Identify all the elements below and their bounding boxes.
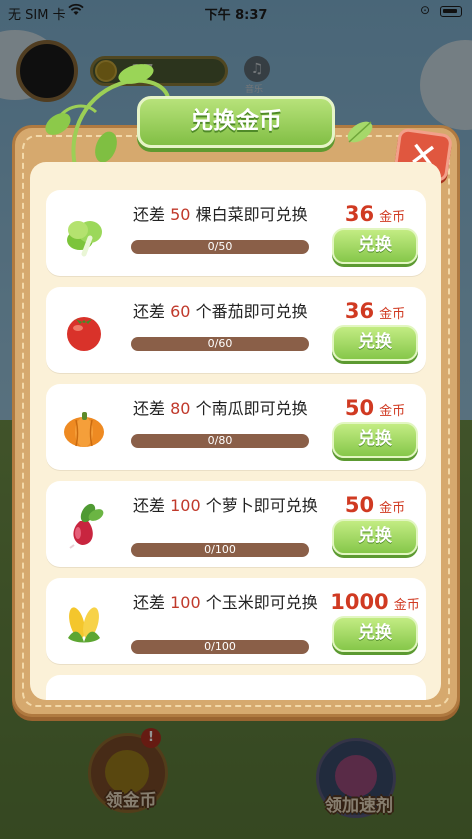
requirement-prefix: 还差 [133,496,166,515]
requirement-suffix: 个萝卜即可兑换 [205,496,318,515]
pumpkin-icon [64,412,104,447]
exchange-item: 还差 50 棵白菜即可兑换 0/50 36 金币 兑换 [46,190,426,276]
requirement-suffix: 个玉米即可兑换 [205,593,318,612]
requirement-suffix: 棵白菜即可兑换 [195,205,308,224]
reward-amount: 50 [344,493,375,517]
requirement-suffix: 个番茄即可兑换 [195,302,308,321]
requirement-count: 100 [170,496,201,515]
exchange-requirement: 还差 100 个玉米即可兑换 [133,592,321,614]
exchange-item: 还差 100 个玉米即可兑换 0/100 1000 金币 兑换 [46,578,426,664]
redeem-button[interactable]: 兑换 [332,422,418,458]
battery-icon [440,6,462,17]
exchange-item-partial [46,675,426,700]
progress-bar: 0/80 [131,434,309,448]
reward-amount: 50 [344,396,375,420]
reward: 1000 金币 [326,590,424,614]
exchange-item: 还差 60 个番茄即可兑换 0/60 36 金币 兑换 [46,287,426,373]
reward-unit: 金币 [393,598,420,613]
exchange-list[interactable]: 还差 50 棵白菜即可兑换 0/50 36 金币 兑换 还差 60 个番茄即可兑… [30,162,441,700]
progress-bar: 0/50 [131,240,309,254]
progress-bar: 0/100 [131,640,309,654]
reward-amount: 1000 [330,590,389,614]
requirement-count: 100 [170,593,201,612]
requirement-count: 50 [170,205,191,224]
redeem-button[interactable]: 兑换 [332,519,418,555]
requirement-prefix: 还差 [133,302,166,321]
reward-unit: 金币 [379,501,406,516]
reward: 50 金币 [326,493,424,517]
exchange-requirement: 还差 60 个番茄即可兑换 [133,301,321,323]
exchange-requirement: 还差 100 个萝卜即可兑换 [133,495,321,517]
requirement-prefix: 还差 [133,205,166,224]
requirement-prefix: 还差 [133,593,166,612]
leaf-decoration-icon [347,121,373,143]
reward: 50 金币 [326,396,424,420]
exchange-item: 还差 80 个南瓜即可兑换 0/80 50 金币 兑换 [46,384,426,470]
exchange-requirement: 还差 50 棵白菜即可兑换 [133,204,321,226]
progress-bar: 0/100 [131,543,309,557]
dialog-title: 兑换金币 [137,96,335,148]
redeem-button[interactable]: 兑换 [332,325,418,361]
requirement-count: 80 [170,399,191,418]
reward-unit: 金币 [379,307,406,322]
clock: 下午 8:37 [204,8,268,23]
reward-amount: 36 [344,202,375,226]
reward-unit: 金币 [379,404,406,419]
requirement-prefix: 还差 [133,399,166,418]
orientation-lock-icon: ⊙ [420,3,431,17]
reward-amount: 36 [344,299,375,323]
progress-bar: 0/60 [131,337,309,351]
radish-icon [69,503,104,549]
requirement-count: 60 [170,302,191,321]
redeem-button[interactable]: 兑换 [332,616,418,652]
redeem-button[interactable]: 兑换 [332,228,418,264]
requirement-suffix: 个南瓜即可兑换 [195,399,308,418]
exchange-requirement: 还差 80 个南瓜即可兑换 [133,398,321,420]
status-bar: 无 SIM 卡 下午 8:37 ⊙ [0,0,472,24]
reward-unit: 金币 [379,210,406,225]
tomato-icon [67,317,101,351]
corn-icon [68,607,100,643]
cabbage-icon [67,221,102,257]
reward: 36 金币 [326,299,424,323]
reward: 36 金币 [326,202,424,226]
exchange-item: 还差 100 个萝卜即可兑换 0/100 50 金币 兑换 [46,481,426,567]
